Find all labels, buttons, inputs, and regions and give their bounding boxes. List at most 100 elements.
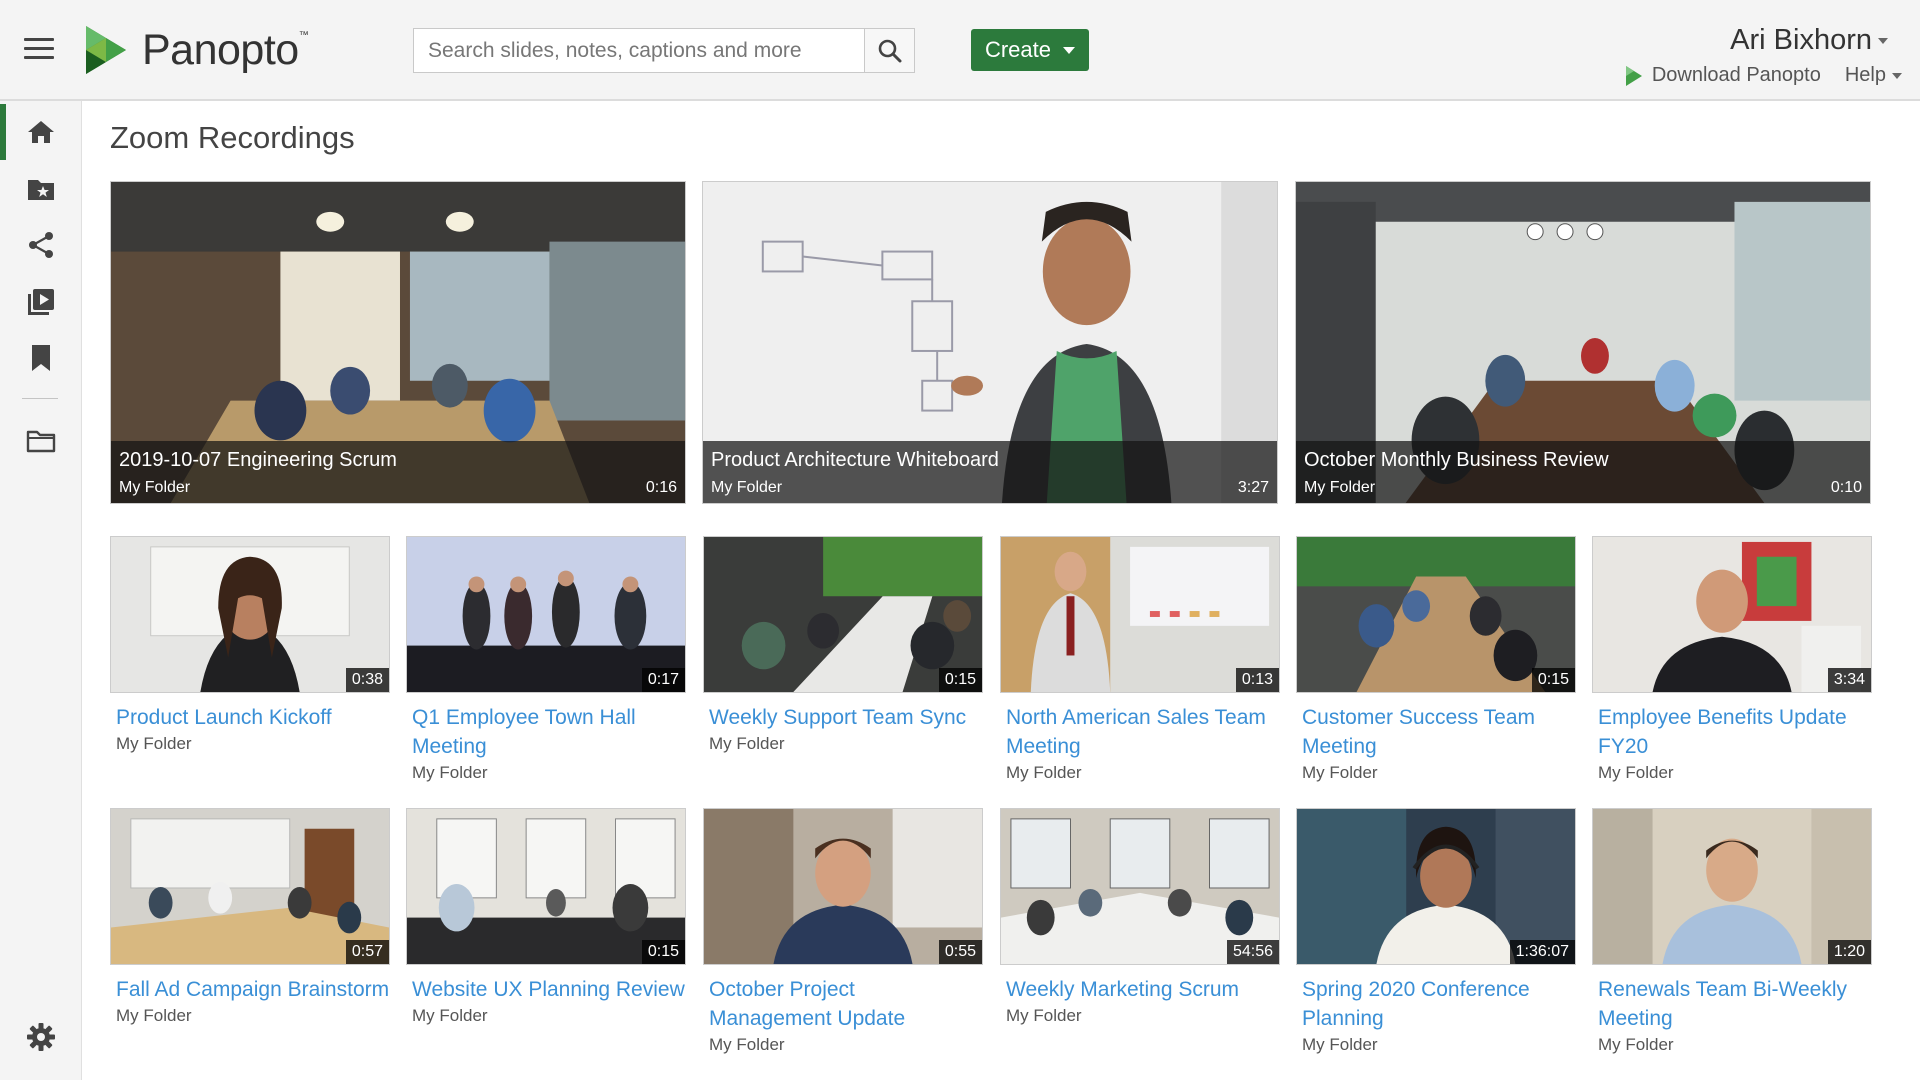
settings-icon [27, 1023, 55, 1051]
user-name: Ari Bixhorn [1730, 24, 1872, 56]
video-duration: 1:20 [1827, 940, 1871, 964]
video-thumbnail[interactable]: 1:36:07 [1296, 808, 1576, 965]
video-folder[interactable]: My Folder [119, 479, 190, 497]
video-thumbnail[interactable]: 1:20 [1592, 808, 1872, 965]
video-thumbnail[interactable]: 54:56 [1000, 808, 1280, 965]
hamburger-menu-icon[interactable] [24, 38, 54, 62]
sidebar [0, 101, 82, 1080]
video-card[interactable]: 0:17 Q1 Employee Town Hall Meeting My Fo… [406, 536, 686, 785]
video-thumbnail[interactable]: 0:55 [703, 808, 983, 965]
video-folder[interactable]: My Folder [406, 1004, 686, 1028]
create-button[interactable]: Create [971, 29, 1089, 71]
download-panopto-link[interactable]: Download Panopto [1624, 64, 1821, 87]
panopto-small-logo-icon [1625, 65, 1642, 86]
video-duration: 0:13 [1235, 668, 1279, 692]
video-card[interactable]: 0:38 Product Launch Kickoff My Folder [110, 536, 390, 756]
search-icon [878, 39, 901, 62]
video-duration: 0:15 [938, 668, 982, 692]
video-thumbnail[interactable]: 0:15 [406, 808, 686, 965]
folder-icon [26, 430, 56, 453]
featured-video-card[interactable]: 2019-10-07 Engineering Scrum My Folder 0… [110, 181, 686, 504]
video-thumbnail[interactable]: 0:57 [110, 808, 390, 965]
video-duration: 1:36:07 [1509, 940, 1575, 964]
starred-folder-icon [28, 180, 54, 200]
video-duration: 3:27 [1237, 479, 1269, 496]
video-folder[interactable]: My Folder [711, 479, 782, 497]
search-box [413, 28, 915, 73]
video-title-link[interactable]: Q1 Employee Town Hall Meeting [406, 703, 686, 761]
panopto-logo[interactable]: Panopto™ [80, 22, 309, 78]
video-folder[interactable]: My Folder [1000, 1004, 1280, 1028]
video-folder[interactable]: My Folder [1000, 761, 1280, 785]
video-thumbnail[interactable]: 0:13 [1000, 536, 1280, 693]
video-thumbnail[interactable]: 0:17 [406, 536, 686, 693]
sidebar-item-home[interactable] [0, 104, 82, 160]
video-title-link[interactable]: October Project Management Update [703, 975, 983, 1033]
video-title-link[interactable]: Fall Ad Campaign Brainstorm [110, 975, 390, 1004]
video-folder[interactable]: My Folder [703, 1033, 983, 1057]
video-title-link[interactable]: Website UX Planning Review [406, 975, 686, 1004]
video-duration: 0:16 [645, 479, 677, 496]
video-card[interactable]: 0:15 Customer Success Team Meeting My Fo… [1296, 536, 1576, 785]
help-label: Help [1844, 64, 1886, 86]
video-duration: 0:17 [641, 668, 685, 692]
video-title-link[interactable]: Employee Benefits Update FY20 [1592, 703, 1872, 761]
sidebar-item-bookmarks[interactable] [0, 330, 82, 386]
search-input[interactable] [414, 29, 864, 72]
video-card[interactable]: 54:56 Weekly Marketing Scrum My Folder [1000, 808, 1280, 1028]
video-folder[interactable]: My Folder [110, 1004, 390, 1028]
video-card[interactable]: 0:55 October Project Management Update M… [703, 808, 983, 1057]
video-card[interactable]: 0:13 North American Sales Team Meeting M… [1000, 536, 1280, 785]
video-folder[interactable]: My Folder [110, 732, 390, 756]
video-title-link[interactable]: Weekly Support Team Sync [703, 703, 983, 732]
sidebar-item-videos[interactable] [0, 274, 82, 330]
chevron-down-icon [1878, 38, 1888, 45]
video-duration: 0:38 [345, 668, 389, 692]
video-card[interactable]: 0:57 Fall Ad Campaign Brainstorm My Fold… [110, 808, 390, 1028]
user-menu[interactable]: Ari Bixhorn [1730, 24, 1888, 57]
sidebar-item-settings[interactable] [0, 1009, 82, 1065]
video-card[interactable]: 1:36:07 Spring 2020 Conference Planning … [1296, 808, 1576, 1057]
featured-video-card[interactable]: October Monthly Business Review My Folde… [1295, 181, 1871, 504]
video-thumbnail[interactable]: 3:34 [1592, 536, 1872, 693]
video-thumbnail[interactable]: 0:15 [703, 536, 983, 693]
chevron-down-icon [1063, 46, 1076, 54]
create-label: Create [984, 37, 1052, 62]
top-header: Panopto™ Create Ari Bixhorn Download Pan… [0, 0, 1920, 101]
video-title-link[interactable]: Product Launch Kickoff [110, 703, 390, 732]
sidebar-item-starred[interactable] [0, 161, 82, 217]
video-folder[interactable]: My Folder [1592, 1033, 1872, 1057]
sidebar-item-shared[interactable] [0, 217, 82, 273]
video-title-link[interactable]: Spring 2020 Conference Planning [1296, 975, 1576, 1033]
video-title-link[interactable]: Renewals Team Bi-Weekly Meeting [1592, 975, 1872, 1033]
video-title-link[interactable]: North American Sales Team Meeting [1000, 703, 1280, 761]
sidebar-item-folders[interactable] [0, 413, 82, 469]
download-label: Download Panopto [1651, 64, 1821, 86]
video-duration: 0:55 [938, 940, 982, 964]
video-title-link[interactable]: Customer Success Team Meeting [1296, 703, 1576, 761]
video-folder[interactable]: My Folder [1592, 761, 1872, 785]
bookmark-icon [32, 345, 50, 371]
video-card[interactable]: 0:15 Website UX Planning Review My Folde… [406, 808, 686, 1028]
video-card[interactable]: 0:15 Weekly Support Team Sync My Folder [703, 536, 983, 756]
video-card[interactable]: 1:20 Renewals Team Bi-Weekly Meeting My … [1592, 808, 1872, 1057]
chevron-down-icon [1892, 72, 1902, 79]
video-folder[interactable]: My Folder [1296, 1033, 1576, 1057]
video-title: 2019-10-07 Engineering Scrum [119, 449, 397, 471]
video-card[interactable]: 3:34 Employee Benefits Update FY20 My Fo… [1592, 536, 1872, 785]
video-duration: 0:10 [1830, 479, 1862, 496]
video-duration: 0:15 [1531, 668, 1575, 692]
help-menu[interactable]: Help [1845, 64, 1902, 87]
featured-video-card[interactable]: Product Architecture Whiteboard My Folde… [702, 181, 1278, 504]
search-button[interactable] [864, 29, 914, 72]
share-icon [29, 232, 53, 258]
video-folder[interactable]: My Folder [703, 732, 983, 756]
video-title: Product Architecture Whiteboard [711, 449, 999, 471]
video-title: October Monthly Business Review [1304, 449, 1609, 471]
video-thumbnail[interactable]: 0:38 [110, 536, 390, 693]
video-title-link[interactable]: Weekly Marketing Scrum [1000, 975, 1280, 1004]
video-thumbnail[interactable]: 0:15 [1296, 536, 1576, 693]
video-folder[interactable]: My Folder [406, 761, 686, 785]
video-folder[interactable]: My Folder [1296, 761, 1576, 785]
video-folder[interactable]: My Folder [1304, 479, 1375, 497]
